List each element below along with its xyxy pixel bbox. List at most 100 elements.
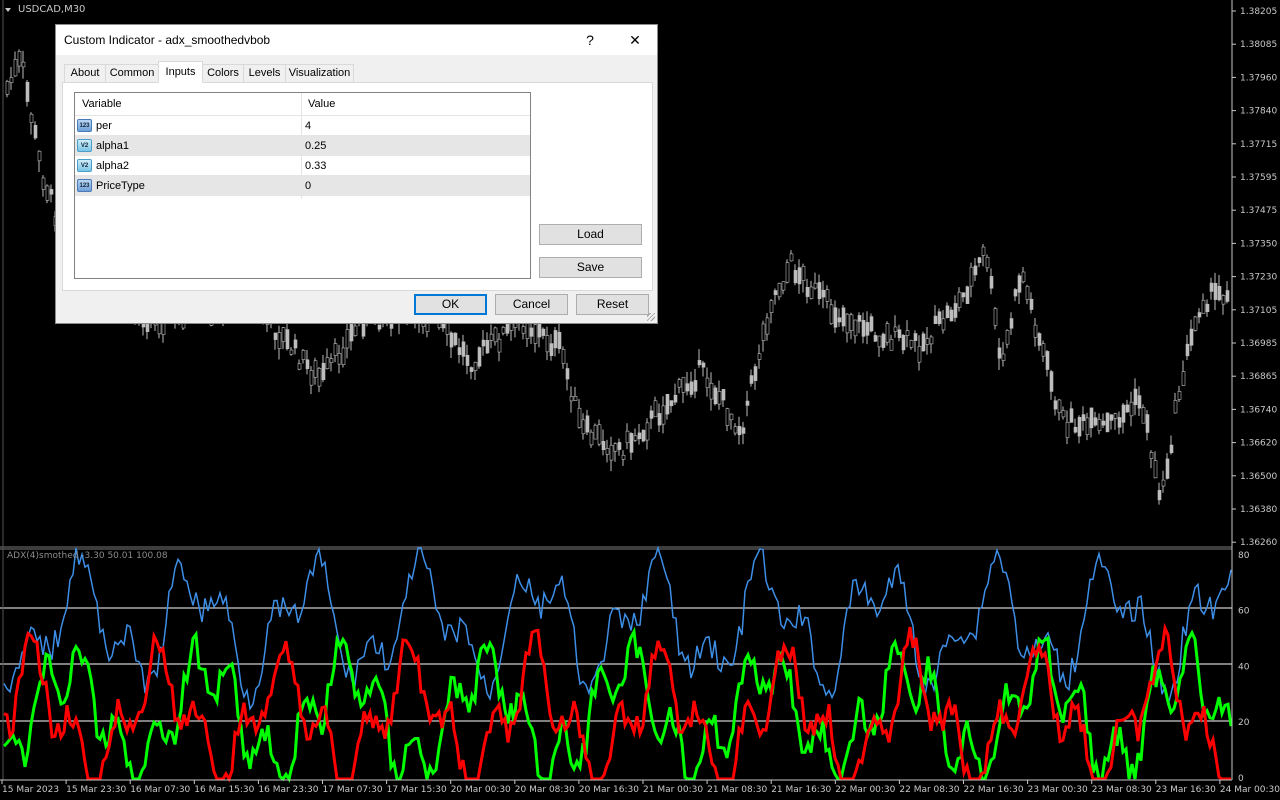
header-variable[interactable]: Variable bbox=[82, 98, 122, 110]
time-tick-label: 15 Mar 23:30 bbox=[66, 785, 126, 795]
candle-body bbox=[641, 429, 646, 442]
header-value[interactable]: Value bbox=[308, 98, 335, 110]
candle-body bbox=[1085, 417, 1090, 435]
tab-colors[interactable]: Colors bbox=[202, 64, 244, 82]
candle-body bbox=[961, 292, 966, 298]
candle-body bbox=[945, 305, 950, 318]
time-tick-label: 21 Mar 08:30 bbox=[707, 785, 767, 795]
tab-about[interactable]: About bbox=[64, 64, 106, 82]
tab-inputs[interactable]: Inputs bbox=[158, 61, 203, 83]
price-tick-label: 1.38085 bbox=[1240, 40, 1277, 50]
candle-body bbox=[585, 415, 590, 433]
candle-body bbox=[609, 444, 614, 461]
candle-body bbox=[321, 362, 326, 381]
save-button[interactable]: Save bbox=[539, 257, 642, 278]
candle-body bbox=[1065, 421, 1070, 438]
ok-button[interactable]: OK bbox=[414, 294, 487, 315]
resize-grip-icon[interactable] bbox=[647, 313, 655, 321]
candle-body bbox=[37, 150, 42, 162]
candle-body bbox=[621, 454, 626, 460]
candle-body bbox=[661, 405, 666, 425]
tab-levels[interactable]: Levels bbox=[243, 64, 286, 82]
inputs-tab-panel: Variable Value 123 per 4 V2 alpha1 0.25 … bbox=[62, 82, 653, 291]
indicator-tick-label: 60 bbox=[1238, 607, 1250, 617]
candle-body bbox=[957, 291, 962, 308]
param-value[interactable]: 0.25 bbox=[305, 140, 326, 152]
candle-body bbox=[993, 308, 998, 326]
candle-body bbox=[745, 400, 750, 406]
candle-body bbox=[689, 381, 694, 395]
candle-body bbox=[1045, 351, 1050, 370]
candle-body bbox=[645, 422, 650, 441]
candle-body bbox=[5, 81, 10, 95]
custom-indicator-dialog: Custom Indicator - adx_smoothedvbob ? ✕ … bbox=[55, 24, 658, 324]
candle-body bbox=[477, 347, 482, 367]
inputs-grid[interactable]: Variable Value 123 per 4 V2 alpha1 0.25 … bbox=[74, 92, 531, 279]
param-value[interactable]: 0.33 bbox=[305, 160, 326, 172]
candle-body bbox=[829, 304, 834, 324]
candle-body bbox=[729, 413, 734, 421]
candle-body bbox=[1009, 318, 1014, 329]
param-value[interactable]: 0 bbox=[305, 180, 311, 192]
candle-body bbox=[677, 379, 682, 388]
candle-body bbox=[305, 359, 310, 370]
candle-body bbox=[721, 389, 726, 401]
candle-body bbox=[1117, 417, 1122, 428]
load-button[interactable]: Load bbox=[539, 224, 642, 245]
candle-body bbox=[577, 407, 582, 428]
candle-body bbox=[1145, 414, 1150, 433]
candle-body bbox=[653, 400, 658, 418]
dialog-title: Custom Indicator - adx_smoothedvbob bbox=[64, 33, 271, 47]
price-tick-label: 1.37715 bbox=[1240, 140, 1277, 150]
candle-body bbox=[13, 59, 18, 77]
reset-button[interactable]: Reset bbox=[576, 294, 649, 315]
time-tick-label: 22 Mar 08:30 bbox=[899, 785, 959, 795]
candle-body bbox=[501, 326, 506, 334]
candle-body bbox=[773, 290, 778, 296]
tab-visualization[interactable]: Visualization bbox=[285, 64, 354, 82]
candle-body bbox=[453, 332, 458, 346]
table-row[interactable]: 123 per 4 bbox=[75, 116, 530, 136]
candle-body bbox=[681, 376, 686, 393]
close-button[interactable]: ✕ bbox=[612, 25, 658, 55]
candle-body bbox=[897, 329, 902, 338]
candle-body bbox=[473, 362, 478, 371]
candle-body bbox=[1021, 271, 1026, 283]
candle-body bbox=[901, 335, 906, 351]
table-row[interactable]: 123 PriceType 0 bbox=[75, 176, 530, 196]
table-row[interactable]: V2 alpha2 0.33 bbox=[75, 156, 530, 176]
help-button[interactable]: ? bbox=[567, 25, 613, 55]
candle-body bbox=[573, 396, 578, 401]
param-value[interactable]: 4 bbox=[305, 120, 311, 132]
candle-body bbox=[969, 266, 974, 287]
tab-levels-label: Levels bbox=[248, 67, 281, 79]
candle-body bbox=[497, 338, 502, 353]
time-tick-label: 21 Mar 00:30 bbox=[643, 785, 703, 795]
candle-body bbox=[1057, 399, 1062, 414]
time-tick-label: 16 Mar 23:30 bbox=[258, 785, 318, 795]
time-tick-label: 15 Mar 2023 bbox=[2, 785, 59, 795]
table-row[interactable]: V2 alpha1 0.25 bbox=[75, 136, 530, 156]
cancel-button[interactable]: Cancel bbox=[495, 294, 568, 315]
chart-menu-arrow-icon[interactable] bbox=[5, 8, 11, 12]
candle-body bbox=[713, 387, 718, 405]
candle-body bbox=[561, 349, 566, 364]
candle-body bbox=[361, 321, 366, 337]
time-tick-label: 17 Mar 15:30 bbox=[387, 785, 447, 795]
candle-body bbox=[733, 426, 738, 434]
candle-body bbox=[289, 349, 294, 355]
param-variable: alpha2 bbox=[96, 160, 130, 172]
candle-body bbox=[837, 317, 842, 323]
tab-common[interactable]: Common bbox=[105, 64, 159, 82]
price-tick-label: 1.36500 bbox=[1240, 472, 1277, 482]
candle-body bbox=[669, 400, 674, 407]
candle-body bbox=[693, 380, 698, 392]
candle-body bbox=[1213, 282, 1218, 300]
time-tick-label: 23 Mar 08:30 bbox=[1092, 785, 1152, 795]
dialog-titlebar[interactable]: Custom Indicator - adx_smoothedvbob ? ✕ bbox=[56, 25, 657, 55]
price-tick-label: 1.36380 bbox=[1240, 505, 1277, 515]
price-tick-label: 1.37595 bbox=[1240, 173, 1277, 183]
candle-body bbox=[341, 347, 346, 366]
candle-body bbox=[889, 339, 894, 351]
candle-body bbox=[1129, 401, 1134, 417]
